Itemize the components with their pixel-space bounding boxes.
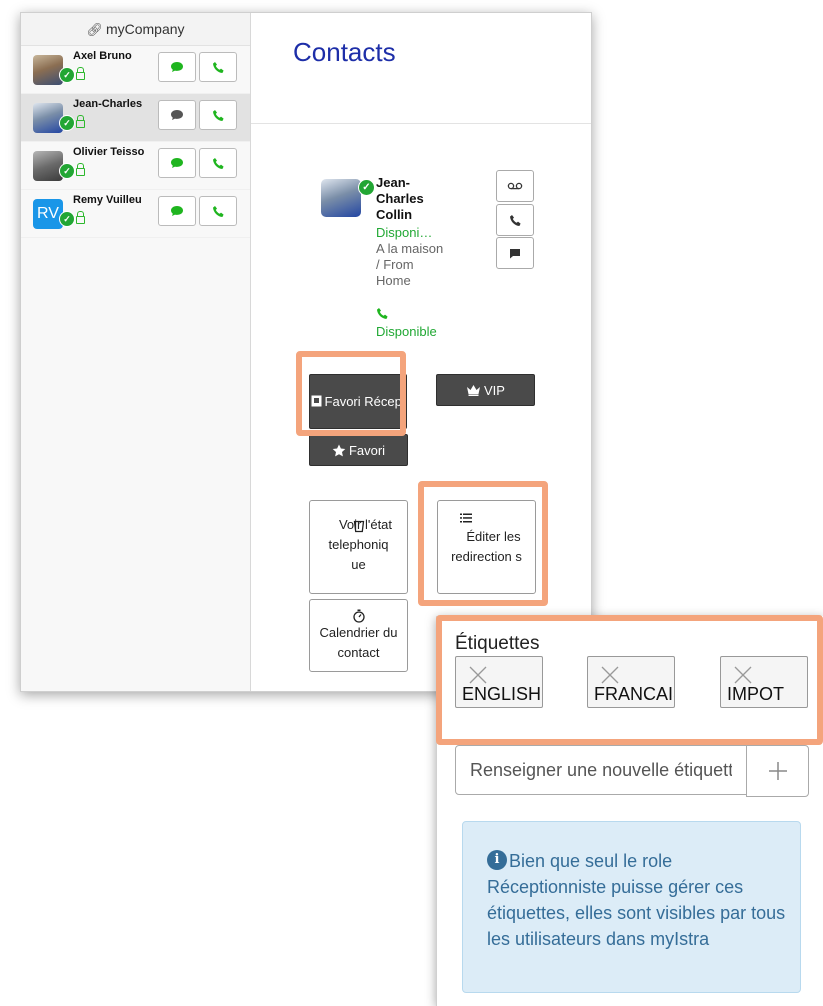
add-tag-button[interactable]	[746, 745, 809, 797]
crown-icon	[467, 385, 481, 396]
lock-icon	[76, 115, 85, 128]
lock-icon	[76, 211, 85, 224]
vip-label: VIP	[484, 382, 505, 398]
call-button[interactable]	[199, 52, 237, 82]
favori-label: Favori	[348, 442, 386, 458]
avatar	[321, 179, 361, 217]
editer-redirections-button[interactable]: Éditer les redirection s	[437, 500, 536, 594]
company-header[interactable]: 🔗︎ myCompany	[21, 13, 250, 46]
tag-impot[interactable]: IMPOT	[720, 656, 808, 708]
favori-recep-button[interactable]: Favori Récep.	[309, 374, 407, 429]
voicemail-icon	[507, 182, 523, 190]
link-icon: 🔗︎	[86, 22, 103, 37]
chat-button[interactable]	[158, 196, 196, 226]
contacts-window: 🔗︎myCompany ✓ Axel Bruno ✓ Jean-Charles	[20, 12, 592, 692]
avatar	[33, 55, 63, 85]
check-icon: ✓	[59, 115, 75, 131]
editer-redirections-label: Éditer les redirection s	[451, 529, 522, 564]
contact-row-olivier-teisso[interactable]: ✓ Olivier Teisso	[21, 142, 250, 190]
close-icon[interactable]	[468, 665, 488, 685]
phone-icon	[509, 214, 521, 226]
phone-availability: Disponible	[376, 324, 437, 339]
tag-francais[interactable]: FRANCAIS	[587, 656, 675, 708]
info-alert: i Bien que seul le role Réceptionniste p…	[462, 821, 801, 993]
plus-icon	[768, 762, 787, 780]
divider	[251, 123, 591, 124]
chat-icon	[171, 62, 183, 72]
tag-english[interactable]: ENGLISH	[455, 656, 543, 708]
favori-button[interactable]: Favori	[309, 434, 408, 466]
star-icon	[332, 444, 346, 456]
list-icon	[460, 513, 472, 523]
call-contact-button[interactable]	[496, 204, 534, 236]
page-title: Contacts	[293, 37, 396, 67]
contact-row-jean-charles[interactable]: ✓ Jean-Charles	[21, 94, 250, 142]
contacts-sidebar: 🔗︎myCompany ✓ Axel Bruno ✓ Jean-Charles	[21, 13, 251, 691]
chat-button[interactable]	[158, 148, 196, 178]
company-name: myCompany	[105, 21, 185, 37]
close-icon[interactable]	[733, 665, 753, 685]
check-icon: ✓	[59, 211, 75, 227]
message-contact-button[interactable]	[496, 237, 534, 269]
contact-card-icon	[311, 395, 322, 407]
contact-name: Remy Vuilleu	[73, 194, 142, 206]
tags-title: Étiquettes	[455, 633, 540, 654]
avatar: RV	[33, 199, 63, 229]
phone-icon	[212, 61, 224, 73]
contact-name: Axel Bruno	[73, 50, 132, 62]
check-icon: ✓	[59, 67, 75, 83]
check-icon: ✓	[59, 163, 75, 179]
calendrier-label: Calendrier du contact	[319, 624, 398, 660]
calendrier-contact-button[interactable]: Calendrier du contact	[309, 599, 408, 672]
voir-etat-telephonique-button[interactable]: Voir l'état telephoniq ue	[309, 500, 408, 594]
contact-full-name: Jean-Charles Collin	[376, 175, 424, 222]
close-icon[interactable]	[600, 665, 620, 685]
lock-icon	[76, 67, 85, 80]
phone-icon	[212, 109, 224, 121]
contact-row-remy-vuilleu[interactable]: RV ✓ Remy Vuilleu	[21, 190, 250, 238]
chat-button[interactable]	[158, 100, 196, 130]
call-button[interactable]	[199, 100, 237, 130]
chat-button[interactable]	[158, 52, 196, 82]
tag-label: IMPOT	[727, 684, 784, 704]
tags-panel: Étiquettes ENGLISH FRANCAIS IMPOT i Bien…	[436, 616, 823, 1006]
chat-icon	[510, 248, 520, 258]
phone-icon	[212, 157, 224, 169]
avatar	[33, 151, 63, 181]
tag-label: ENGLISH	[462, 684, 542, 704]
check-icon: ✓	[358, 179, 375, 196]
phone-icon	[212, 205, 224, 217]
avatar	[33, 103, 63, 133]
vip-button[interactable]: VIP	[436, 374, 535, 406]
new-tag-input[interactable]	[455, 745, 747, 795]
favori-recep-label: Favori Récep.	[324, 394, 406, 409]
phone-handset-icon	[376, 307, 389, 325]
call-button[interactable]	[199, 196, 237, 226]
lock-icon	[76, 163, 85, 176]
chat-icon	[171, 158, 183, 168]
presence-location: A la maison / From Home	[376, 241, 444, 288]
call-button[interactable]	[199, 148, 237, 178]
contact-row-axel-bruno[interactable]: ✓ Axel Bruno	[21, 46, 250, 94]
tag-label: FRANCAIS	[594, 684, 674, 704]
contact-name: Olivier Teisso	[73, 146, 145, 158]
contact-name: Jean-Charles	[73, 98, 143, 110]
voir-etat-label: Voir l'état telephoniq ue	[328, 516, 393, 572]
chat-icon	[171, 206, 183, 216]
stopwatch-icon	[352, 609, 365, 623]
contact-detail-pane: Contacts ✓ Jean-Charles Collin Disponi… …	[251, 13, 591, 691]
info-text: Bien que seul le role Réceptionniste pui…	[487, 851, 786, 949]
chat-icon	[171, 110, 183, 120]
voicemail-button[interactable]	[496, 170, 534, 202]
presence-status: Disponi…	[376, 225, 433, 240]
